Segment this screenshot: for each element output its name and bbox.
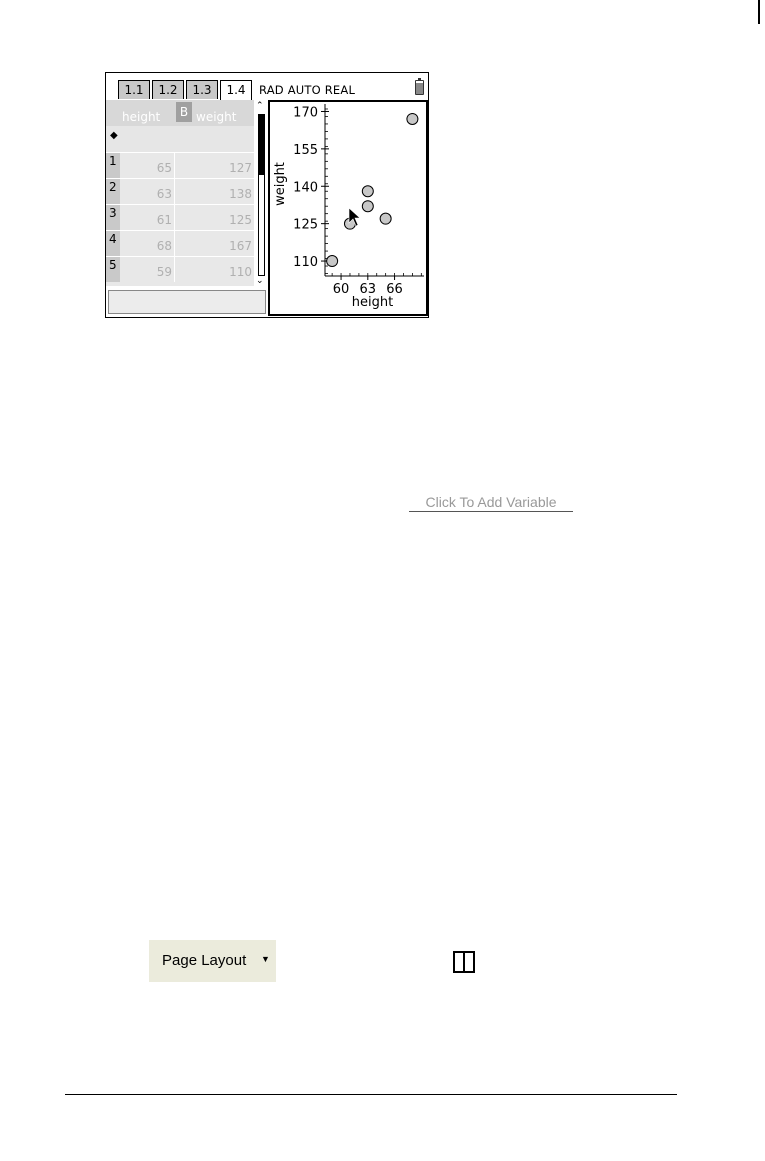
- cell-height[interactable]: 59: [122, 257, 172, 282]
- cell-height[interactable]: 61: [122, 205, 172, 230]
- chevron-down-icon[interactable]: ⌄: [256, 277, 264, 286]
- row-number: 2: [106, 179, 120, 204]
- y-tick-label: 155: [293, 143, 318, 158]
- data-point: [379, 212, 392, 225]
- cell-divider: [174, 205, 175, 230]
- cell-divider: [174, 257, 175, 282]
- column-a-name[interactable]: height: [122, 100, 172, 126]
- y-tick-label: 125: [293, 218, 318, 233]
- cell-weight[interactable]: 127: [176, 153, 252, 178]
- cell-weight[interactable]: 110: [176, 257, 252, 282]
- data-point: [406, 112, 419, 125]
- cell-weight[interactable]: 125: [176, 205, 252, 230]
- scatter-plot-panel[interactable]: 110 125 140 155 170 60 63 66 height weight: [268, 100, 428, 316]
- scatter-plot[interactable]: 11012514015517060 63 66heightweight: [270, 102, 426, 314]
- spreadsheet-scrollbar[interactable]: ⌃ ⌄: [255, 100, 267, 288]
- split-layout-icon[interactable]: [453, 951, 475, 973]
- x-axis-label: height: [352, 295, 393, 310]
- cell-divider: [174, 179, 175, 204]
- scroll-thumb[interactable]: [258, 114, 265, 174]
- tab-1-4[interactable]: 1.4: [220, 80, 252, 100]
- y-tick-label: 110: [293, 255, 318, 270]
- row-number: 3: [106, 205, 120, 230]
- cell-weight[interactable]: 167: [176, 231, 252, 256]
- row-number: 5: [106, 257, 120, 282]
- tab-bar: 1.1 1.2 1.3 1.4 RAD AUTO REAL: [106, 73, 428, 100]
- tab-1-1[interactable]: 1.1: [118, 80, 150, 99]
- formula-row[interactable]: ◆: [106, 126, 254, 152]
- cell-divider: [174, 153, 175, 178]
- page-layout-label: Page Layout: [162, 952, 247, 969]
- table-row[interactable]: 4 68 167: [106, 230, 254, 256]
- table-row[interactable]: 5 59 110: [106, 256, 254, 286]
- data-point: [326, 255, 339, 268]
- margin-rule: [758, 0, 760, 24]
- cell-height[interactable]: 68: [122, 231, 172, 256]
- formula-marker: ◆: [110, 130, 118, 141]
- y-tick-label: 140: [293, 180, 318, 195]
- add-variable-button[interactable]: Click To Add Variable: [409, 494, 573, 512]
- scroll-track[interactable]: [258, 174, 265, 276]
- tab-1-2[interactable]: 1.2: [152, 80, 184, 99]
- handheld-screen: 1.1 1.2 1.3 1.4 RAD AUTO REAL height B w…: [105, 72, 429, 318]
- spreadsheet[interactable]: height B weight ◆ 1 65 127 2 63 138 3 61…: [106, 100, 268, 317]
- column-header-row: height B weight: [106, 100, 254, 126]
- y-axis-label: weight: [273, 162, 288, 206]
- table-row[interactable]: 2 63 138: [106, 178, 254, 204]
- x-tick-label: 60: [333, 282, 350, 297]
- data-point: [361, 185, 374, 198]
- battery-icon: [415, 78, 424, 95]
- cell-height[interactable]: 65: [122, 153, 172, 178]
- column-b-letter[interactable]: B: [176, 102, 192, 122]
- table-row[interactable]: 1 65 127: [106, 152, 254, 178]
- row-number: 1: [106, 153, 120, 178]
- row-number: 4: [106, 231, 120, 256]
- footer-rule: [65, 1094, 677, 1095]
- y-tick-label: 170: [293, 105, 318, 120]
- cell-weight[interactable]: 138: [176, 179, 252, 204]
- tab-1-3[interactable]: 1.3: [186, 80, 218, 99]
- cell-divider: [174, 231, 175, 256]
- caret-down-icon: ▼: [261, 954, 270, 964]
- chevron-up-icon[interactable]: ⌃: [256, 102, 264, 111]
- data-point: [361, 200, 374, 213]
- entry-line[interactable]: [108, 290, 266, 314]
- cell-height[interactable]: 63: [122, 179, 172, 204]
- table-row[interactable]: 3 61 125: [106, 204, 254, 230]
- column-b-name[interactable]: weight: [196, 100, 252, 126]
- mode-status: RAD AUTO REAL: [259, 83, 356, 97]
- page-layout-button[interactable]: Page Layout ▼: [149, 940, 276, 982]
